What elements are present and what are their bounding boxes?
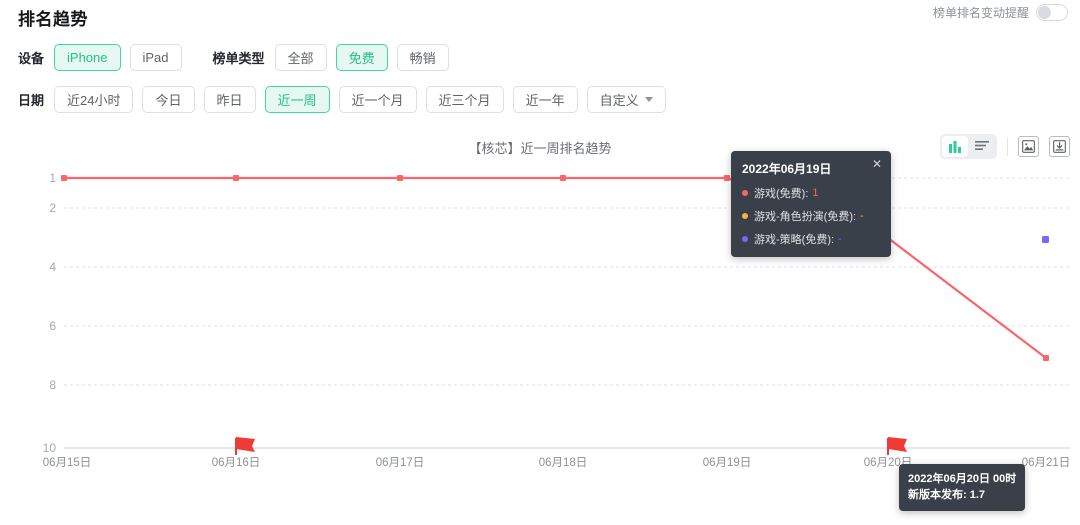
svg-text:6: 6	[49, 319, 56, 333]
svg-text:06月16日: 06月16日	[212, 457, 261, 469]
tooltip-dot	[742, 190, 748, 196]
date-option-year[interactable]: 近一年	[512, 86, 578, 113]
version-tooltip-release: 新版本发布: 1.7	[908, 489, 986, 501]
date-option-month[interactable]: 近一个月	[338, 86, 417, 113]
svg-text:06月19日: 06月19日	[703, 457, 752, 469]
tooltip-label: 游戏-角色扮演(免费):	[754, 211, 857, 223]
tooltip-row-game-rpg-free: 游戏-角色扮演(免费): -	[742, 208, 880, 224]
list-type-option-all[interactable]: 全部	[274, 44, 327, 71]
rank-alert-label: 榜单排名变动提醒	[932, 6, 1029, 20]
tooltip-dot	[742, 236, 748, 242]
version-flag-marker-0616	[235, 437, 255, 455]
filter-row-date: 日期 近24小时 今日 昨日 近一周 近一个月 近三个月 近一年 自定义	[18, 86, 675, 113]
svg-text:1: 1	[49, 171, 56, 185]
rank-trend-page: 排名趋势 榜单排名变动提醒 设备 iPhone iPad 榜单类型 全部 免费 …	[0, 0, 1080, 525]
tooltip-label: 游戏(免费):	[754, 188, 809, 200]
date-option-custom[interactable]: 自定义	[586, 86, 666, 113]
toggle-knob	[1038, 6, 1051, 19]
date-option-today[interactable]: 今日	[142, 86, 195, 113]
svg-text:06月21日: 06月21日	[1022, 457, 1071, 469]
rank-alert-toggle[interactable]	[1036, 4, 1068, 21]
tooltip-dot	[742, 213, 748, 219]
date-option-custom-label: 自定义	[599, 93, 639, 108]
series-points-game-free	[61, 175, 1049, 361]
tooltip-row-game-strategy-free: 游戏-策略(免费): -	[742, 231, 880, 247]
svg-text:10: 10	[43, 441, 57, 455]
chevron-down-icon	[644, 97, 653, 102]
date-option-yesterday[interactable]: 昨日	[203, 86, 256, 113]
device-option-ipad[interactable]: iPad	[129, 44, 182, 71]
date-label: 日期	[18, 93, 45, 108]
version-flag-marker-0620	[887, 437, 907, 455]
device-label: 设备	[18, 51, 45, 66]
series-line-game-free	[64, 176, 1047, 359]
list-type-option-free[interactable]: 免费	[335, 44, 388, 71]
version-release-tooltip: 2022年06月20日 00时 新版本发布: 1.7	[899, 464, 1026, 511]
gridlines	[64, 177, 1070, 386]
date-option-24h[interactable]: 近24小时	[54, 86, 134, 113]
date-option-week[interactable]: 近一周	[264, 86, 330, 113]
tooltip-date: 2022年06月19日	[742, 162, 832, 176]
svg-text:06月17日: 06月17日	[376, 457, 425, 469]
svg-text:4: 4	[49, 260, 56, 274]
svg-text:2: 2	[49, 201, 56, 215]
page-title: 排名趋势	[18, 10, 88, 29]
list-type-label: 榜单类型	[212, 51, 265, 66]
filter-row-device: 设备 iPhone iPad 榜单类型 全部 免费 畅销	[18, 44, 458, 71]
close-icon[interactable]: ✕	[872, 158, 882, 170]
tooltip-value: -	[838, 233, 842, 245]
svg-text:8: 8	[49, 378, 56, 392]
tooltip-value: 1	[812, 187, 819, 199]
svg-text:06月18日: 06月18日	[539, 457, 588, 469]
y-axis-tick-labels: 1 2 4 6 8 10	[43, 171, 57, 455]
version-tooltip-date: 2022年06月20日 00时	[908, 473, 1017, 485]
rank-alert-control[interactable]: 榜单排名变动提醒	[933, 4, 1068, 21]
date-option-three-months[interactable]: 近三个月	[425, 86, 504, 113]
tooltip-value: -	[860, 210, 864, 222]
chart-hover-tooltip: 2022年06月19日 ✕ 游戏(免费): 1 游戏-角色扮演(免费): - 游…	[731, 151, 891, 257]
svg-text:06月15日: 06月15日	[43, 457, 92, 469]
tooltip-row-game-free: 游戏(免费): 1	[742, 185, 880, 201]
list-type-option-grossing[interactable]: 畅销	[396, 44, 449, 71]
device-option-iphone[interactable]: iPhone	[54, 44, 121, 71]
series-points-game-strategy-free	[1042, 236, 1049, 243]
tooltip-label: 游戏-策略(免费):	[754, 234, 835, 246]
